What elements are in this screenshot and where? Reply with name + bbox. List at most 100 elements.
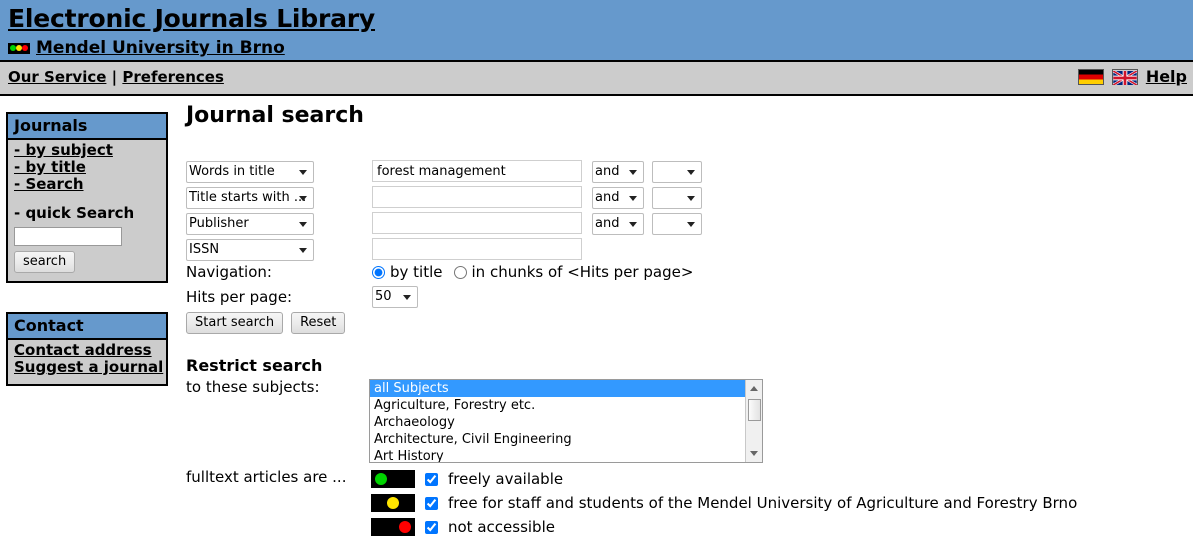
sidebar-journals-box: Journals - by subject - by title - Searc… — [6, 112, 168, 283]
sidebar-journals-title: Journals — [8, 114, 166, 140]
fulltext-articles-label: fulltext articles are ... — [186, 468, 347, 486]
navbar-links: Our Service | Preferences — [8, 68, 224, 86]
german-flag-icon[interactable] — [1077, 68, 1104, 85]
radio-by-title-label: by title — [390, 263, 443, 281]
radio-in-chunks[interactable] — [453, 265, 467, 279]
search-row-2: Title starts with ... and — [186, 186, 702, 209]
extra-select-2[interactable] — [652, 186, 702, 209]
subject-option-art-history[interactable]: Art History — [370, 448, 745, 462]
hits-per-page-label: Hits per page: — [186, 288, 293, 306]
sidebar-journals-body: - by subject - by title - Search - quick… — [8, 140, 166, 281]
nav-link-preferences[interactable]: Preferences — [122, 68, 224, 86]
subject-option-architecture[interactable]: Architecture, Civil Engineering — [370, 431, 745, 448]
sidebar-item-suggest-journal[interactable]: Suggest a journal — [14, 359, 163, 376]
scroll-down-arrow-icon[interactable] — [746, 445, 762, 462]
subject-listbox[interactable]: all Subjects Agriculture, Forestry etc. … — [369, 379, 763, 463]
nav-separator: | — [111, 68, 118, 86]
search-text-input-4[interactable] — [372, 238, 582, 261]
extra-select-3[interactable] — [652, 212, 702, 235]
operator-select-wrap-2[interactable]: and — [592, 186, 644, 209]
field-select-wrap-3[interactable]: Publisher — [186, 212, 314, 235]
library-name-link[interactable]: Mendel University in Brno — [36, 38, 285, 58]
navigation-options: by title in chunks of <Hits per page> — [372, 263, 693, 281]
field-select-wrap-1[interactable]: Words in title — [186, 160, 314, 183]
traffic-light-red-dot — [22, 44, 28, 51]
extra-select-wrap-3[interactable] — [652, 212, 702, 235]
help-link[interactable]: Help — [1146, 67, 1187, 86]
uk-flag-svg — [1112, 69, 1138, 86]
site-header: Electronic Journals Library Mendel Unive… — [0, 0, 1193, 62]
field-select-1[interactable]: Words in title — [186, 160, 314, 183]
yellow-light-dot — [387, 497, 399, 509]
top-navbar: Our Service | Preferences Help — [0, 62, 1193, 96]
search-row-1: Words in title and — [186, 160, 702, 183]
fulltext-option-freely-available: freely available — [371, 470, 563, 488]
red-light-dot — [399, 521, 411, 533]
checkbox-freely-available[interactable] — [425, 472, 438, 486]
sidebar-item-by-subject[interactable]: - by subject — [14, 142, 160, 159]
navigation-label: Navigation: — [186, 263, 272, 281]
search-row-4: ISSN — [186, 238, 582, 261]
extra-select-wrap-2[interactable] — [652, 186, 702, 209]
radio-in-chunks-label: in chunks of <Hits per page> — [471, 263, 694, 281]
field-select-wrap-2[interactable]: Title starts with ... — [186, 186, 314, 209]
field-select-wrap-4[interactable]: ISSN — [186, 238, 314, 261]
field-select-4[interactable]: ISSN — [186, 238, 314, 261]
search-text-input-3[interactable] — [372, 212, 582, 235]
sidebar-item-by-title[interactable]: - by title — [14, 159, 160, 176]
operator-select-wrap-3[interactable]: and — [592, 212, 644, 235]
operator-select-2[interactable]: and — [592, 186, 644, 209]
green-light-dot — [375, 473, 387, 485]
sidebar-contact-box: Contact Contact address Suggest a journa… — [6, 312, 168, 386]
quick-search-input[interactable] — [14, 227, 122, 246]
page-title: Journal search — [186, 103, 364, 128]
main-content: Journal search — [186, 104, 1193, 144]
sidebar-contact-title: Contact — [8, 314, 166, 340]
checkbox-free-for-staff[interactable] — [425, 496, 438, 510]
sidebar-item-search[interactable]: - Search — [14, 176, 160, 193]
uk-flag-icon[interactable] — [1111, 68, 1138, 86]
start-search-button[interactable]: Start search — [186, 312, 284, 334]
traffic-light-red-icon — [371, 518, 415, 536]
sidebar-quick-search-label: - quick Search — [14, 204, 135, 222]
restrict-search-subtitle: to these subjects: — [186, 378, 320, 396]
subject-option-archaeology[interactable]: Archaeology — [370, 414, 745, 431]
checkbox-not-accessible[interactable] — [425, 520, 438, 534]
field-select-2[interactable]: Title starts with ... — [186, 186, 314, 209]
sidebar-contact-body: Contact address Suggest a journal — [8, 340, 166, 384]
sidebar-item-contact-address[interactable]: Contact address — [14, 342, 160, 359]
label-freely-available: freely available — [448, 470, 564, 488]
search-text-input-1[interactable] — [372, 160, 582, 183]
label-free-for-staff: free for staff and students of the Mende… — [448, 494, 1078, 512]
fulltext-option-not-accessible: not accessible — [371, 518, 555, 536]
hits-per-page-select[interactable]: 50 — [372, 285, 418, 308]
nav-link-our-service[interactable]: Our Service — [8, 68, 106, 86]
scrollbar-thumb[interactable] — [748, 399, 761, 421]
fulltext-option-free-for-staff: free for staff and students of the Mende… — [371, 494, 1077, 512]
operator-select-1[interactable]: and — [592, 160, 644, 183]
radio-by-title[interactable] — [372, 265, 385, 279]
extra-select-1[interactable] — [652, 160, 702, 183]
subject-listbox-items: all Subjects Agriculture, Forestry etc. … — [370, 380, 745, 462]
traffic-light-icon — [8, 42, 30, 54]
label-not-accessible: not accessible — [448, 518, 555, 536]
operator-select-wrap-1[interactable]: and — [592, 160, 644, 183]
scroll-up-arrow-icon[interactable] — [746, 380, 762, 397]
extra-select-wrap-1[interactable] — [652, 160, 702, 183]
search-text-input-2[interactable] — [372, 186, 582, 209]
reset-button[interactable]: Reset — [291, 312, 346, 334]
restrict-search-title: Restrict search — [186, 356, 323, 375]
field-select-3[interactable]: Publisher — [186, 212, 314, 235]
operator-select-3[interactable]: and — [592, 212, 644, 235]
traffic-light-yellow-icon — [371, 494, 415, 512]
subject-option-all[interactable]: all Subjects — [370, 380, 745, 397]
subject-option-agriculture[interactable]: Agriculture, Forestry etc. — [370, 397, 745, 414]
subject-listbox-scrollbar[interactable] — [745, 380, 762, 462]
hits-per-page-select-wrap[interactable]: 50 — [372, 285, 418, 308]
quick-search-button[interactable]: search — [14, 251, 76, 273]
navbar-right-group: Help — [1077, 67, 1187, 86]
library-row[interactable]: Mendel University in Brno — [8, 38, 285, 58]
action-buttons: Start search Reset — [186, 312, 346, 334]
site-title: Electronic Journals Library — [8, 4, 376, 33]
search-row-3: Publisher and — [186, 212, 702, 235]
